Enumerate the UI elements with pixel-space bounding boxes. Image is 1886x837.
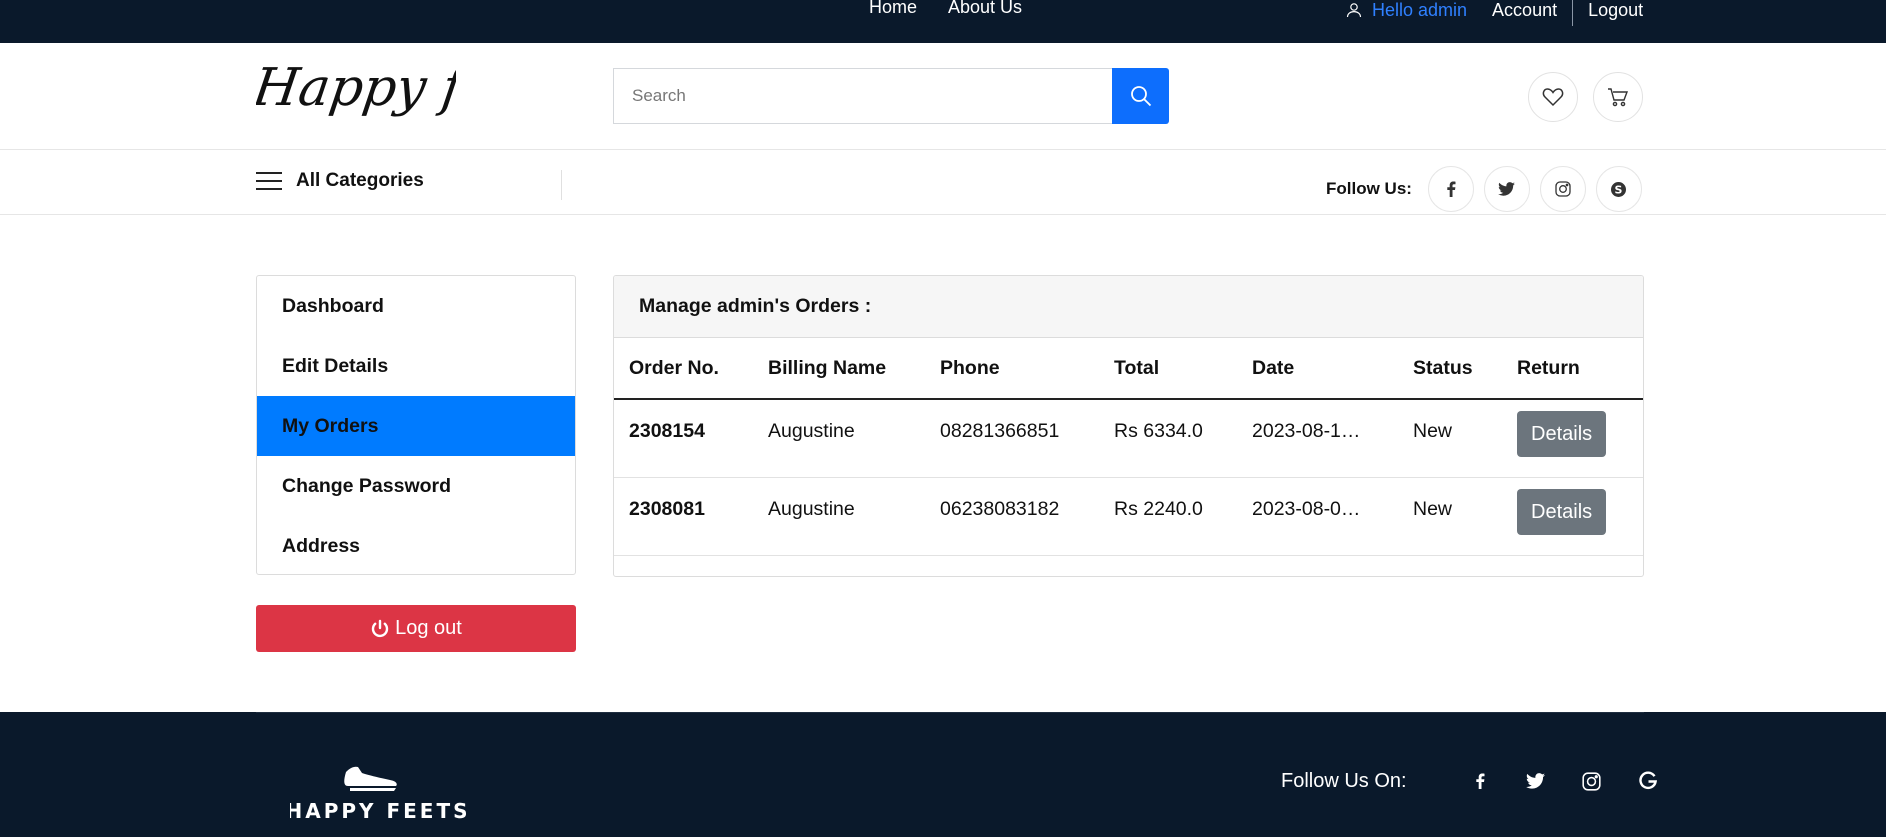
orders-card-title: Manage admin's Orders : [614, 276, 1643, 338]
footer-divider [256, 712, 1644, 713]
search-bar [613, 68, 1169, 124]
search-button[interactable] [1112, 68, 1169, 124]
svg-text:S: S [1615, 183, 1623, 196]
order-number: 2308154 [614, 399, 753, 478]
sidebar-item-address[interactable]: Address [257, 516, 575, 576]
footer-brand-logo[interactable]: HAPPY FEETS [290, 758, 466, 824]
category-divider [561, 170, 562, 200]
billing-name: Augustine [753, 399, 925, 478]
follow-us: Follow Us: S [1326, 166, 1652, 212]
footer-instagram-link[interactable] [1579, 768, 1605, 794]
col-return: Return [1502, 338, 1643, 400]
account-sidebar: Dashboard Edit Details My Orders Change … [256, 275, 576, 575]
twitter-link[interactable] [1483, 166, 1530, 212]
instagram-icon [1582, 771, 1601, 791]
return-cell: Details [1502, 477, 1643, 556]
order-date: 2023-08-1… [1237, 399, 1398, 478]
cart-button[interactable] [1593, 72, 1643, 122]
footer-follow: Follow Us On: [1281, 768, 1661, 794]
logout-button[interactable]: Log out [256, 605, 576, 652]
all-categories-toggle[interactable]: All Categories [256, 170, 424, 192]
search-input[interactable] [613, 68, 1112, 124]
nav-about-link[interactable]: About Us [948, 0, 1022, 18]
table-row: 2308154 Augustine 08281366851 Rs 6334.0 … [614, 399, 1643, 478]
order-number: 2308081 [614, 477, 753, 556]
site-footer: HAPPY FEETS Follow Us On: [0, 712, 1886, 837]
order-status: New [1398, 477, 1502, 556]
order-total: Rs 2240.0 [1099, 477, 1237, 556]
google-icon [1638, 771, 1657, 790]
search-icon [1130, 86, 1151, 107]
footer-google-link[interactable] [1635, 768, 1661, 794]
sidebar-item-edit-details[interactable]: Edit Details [257, 336, 575, 396]
sidebar-item-change-password[interactable]: Change Password [257, 456, 575, 516]
return-cell: Details [1502, 399, 1643, 478]
footer-facebook-link[interactable] [1467, 768, 1493, 794]
site-header: Happy feets [0, 43, 1886, 150]
details-button[interactable]: Details [1517, 411, 1607, 457]
skype-icon: S [1611, 181, 1627, 197]
footer-brand-text: HAPPY FEETS [290, 799, 466, 823]
sneaker-icon [344, 766, 397, 791]
instagram-link[interactable] [1539, 166, 1586, 212]
nav-divider [1572, 0, 1574, 26]
order-status: New [1398, 399, 1502, 478]
follow-us-label: Follow Us: [1326, 179, 1412, 198]
billing-name: Augustine [753, 477, 925, 556]
account-link[interactable]: Account [1492, 0, 1557, 21]
twitter-icon [1526, 773, 1546, 789]
sidebar-item-my-orders[interactable]: My Orders [257, 396, 575, 456]
top-nav-links: Home About Us [869, 0, 1022, 18]
col-phone: Phone [925, 338, 1099, 400]
order-total: Rs 6334.0 [1099, 399, 1237, 478]
col-date: Date [1237, 338, 1398, 400]
cart-icon [1608, 88, 1629, 107]
table-header-row: Order No. Billing Name Phone Total Date … [614, 338, 1643, 400]
orders-table: Order No. Billing Name Phone Total Date … [614, 338, 1643, 556]
logout-button-label: Log out [395, 617, 462, 639]
heart-icon [1542, 88, 1564, 107]
hamburger-icon [256, 172, 282, 190]
hello-user-link[interactable]: Hello admin [1372, 0, 1467, 21]
top-navbar: Home About Us Hello admin Account Logout [0, 0, 1886, 43]
sidebar-item-dashboard[interactable]: Dashboard [257, 276, 575, 336]
details-button[interactable]: Details [1517, 488, 1607, 535]
all-categories-label: All Categories [296, 170, 424, 191]
facebook-icon [1447, 181, 1456, 197]
col-order-no: Order No. [614, 338, 753, 400]
facebook-icon [1475, 773, 1485, 789]
power-icon [371, 619, 389, 637]
user-area: Hello admin Account Logout [1346, 0, 1643, 26]
svg-text:Happy feets: Happy feets [256, 58, 456, 118]
order-date: 2023-08-0… [1237, 477, 1398, 556]
footer-follow-label: Follow Us On: [1281, 769, 1407, 792]
nav-home-link[interactable]: Home [869, 0, 917, 18]
wishlist-button[interactable] [1528, 72, 1578, 122]
category-bar: All Categories Follow Us: S [0, 150, 1886, 215]
orders-card: Manage admin's Orders : Order No. Billin… [613, 275, 1644, 577]
brand-logo[interactable]: Happy feets [256, 57, 456, 131]
phone: 06238083182 [925, 477, 1099, 556]
table-row: 2308081 Augustine 06238083182 Rs 2240.0 … [614, 477, 1643, 556]
facebook-link[interactable] [1427, 166, 1474, 212]
phone: 08281366851 [925, 399, 1099, 478]
twitter-icon [1498, 182, 1516, 196]
col-billing-name: Billing Name [753, 338, 925, 400]
instagram-icon [1555, 181, 1571, 197]
logout-link[interactable]: Logout [1588, 0, 1643, 21]
col-total: Total [1099, 338, 1237, 400]
footer-twitter-link[interactable] [1523, 768, 1549, 794]
col-status: Status [1398, 338, 1502, 400]
skype-link[interactable]: S [1595, 166, 1642, 212]
user-icon [1346, 3, 1362, 18]
